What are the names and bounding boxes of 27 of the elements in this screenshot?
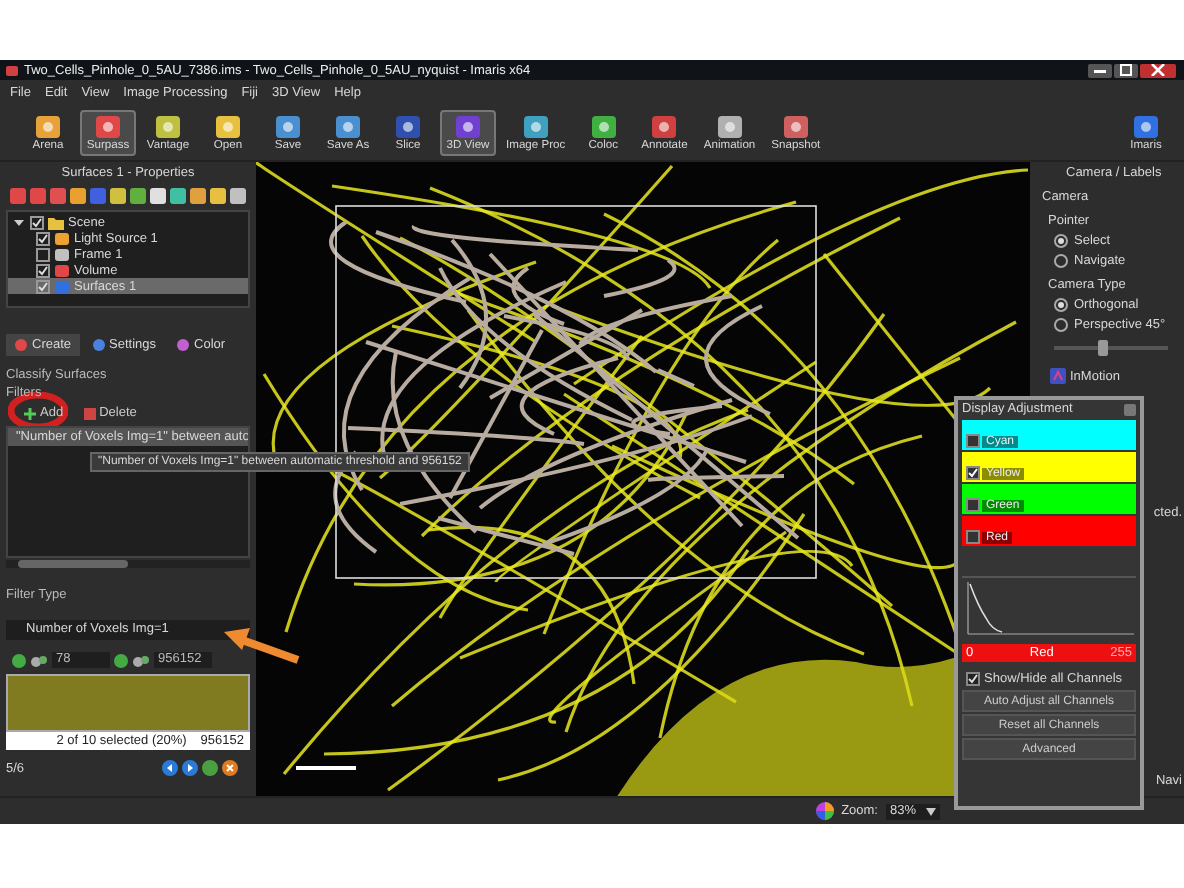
- maximize-button[interactable]: [1114, 63, 1138, 77]
- minimize-button[interactable]: [1088, 63, 1112, 77]
- expander-icon[interactable]: [14, 217, 26, 227]
- checkbox[interactable]: [966, 530, 980, 544]
- close-icon: [1150, 64, 1166, 76]
- caret-icon: [926, 807, 936, 815]
- checkbox[interactable]: [36, 247, 50, 261]
- checkbox[interactable]: [36, 279, 50, 293]
- checkbox[interactable]: [30, 215, 44, 229]
- close-button[interactable]: [1140, 63, 1176, 77]
- scrollbar[interactable]: [6, 560, 250, 568]
- checkbox[interactable]: [966, 466, 980, 480]
- plus-icon: [24, 407, 36, 419]
- object-icons-drawing[interactable]: [8, 186, 248, 206]
- forward-icon[interactable]: [182, 760, 198, 776]
- minimize-icon: [1092, 64, 1108, 76]
- minus-icon: [83, 407, 96, 419]
- slider-thumb[interactable]: [1097, 340, 1108, 356]
- pointer-arrow: [222, 626, 302, 666]
- checkbox[interactable]: [966, 498, 980, 512]
- maximize-icon: [1118, 64, 1134, 76]
- cancel-icon[interactable]: [222, 760, 238, 776]
- back-icon[interactable]: [162, 760, 178, 776]
- checkbox[interactable]: [966, 434, 980, 448]
- app-icon: [6, 65, 18, 75]
- checkbox[interactable]: [36, 231, 50, 245]
- slider[interactable]: [1054, 340, 1168, 356]
